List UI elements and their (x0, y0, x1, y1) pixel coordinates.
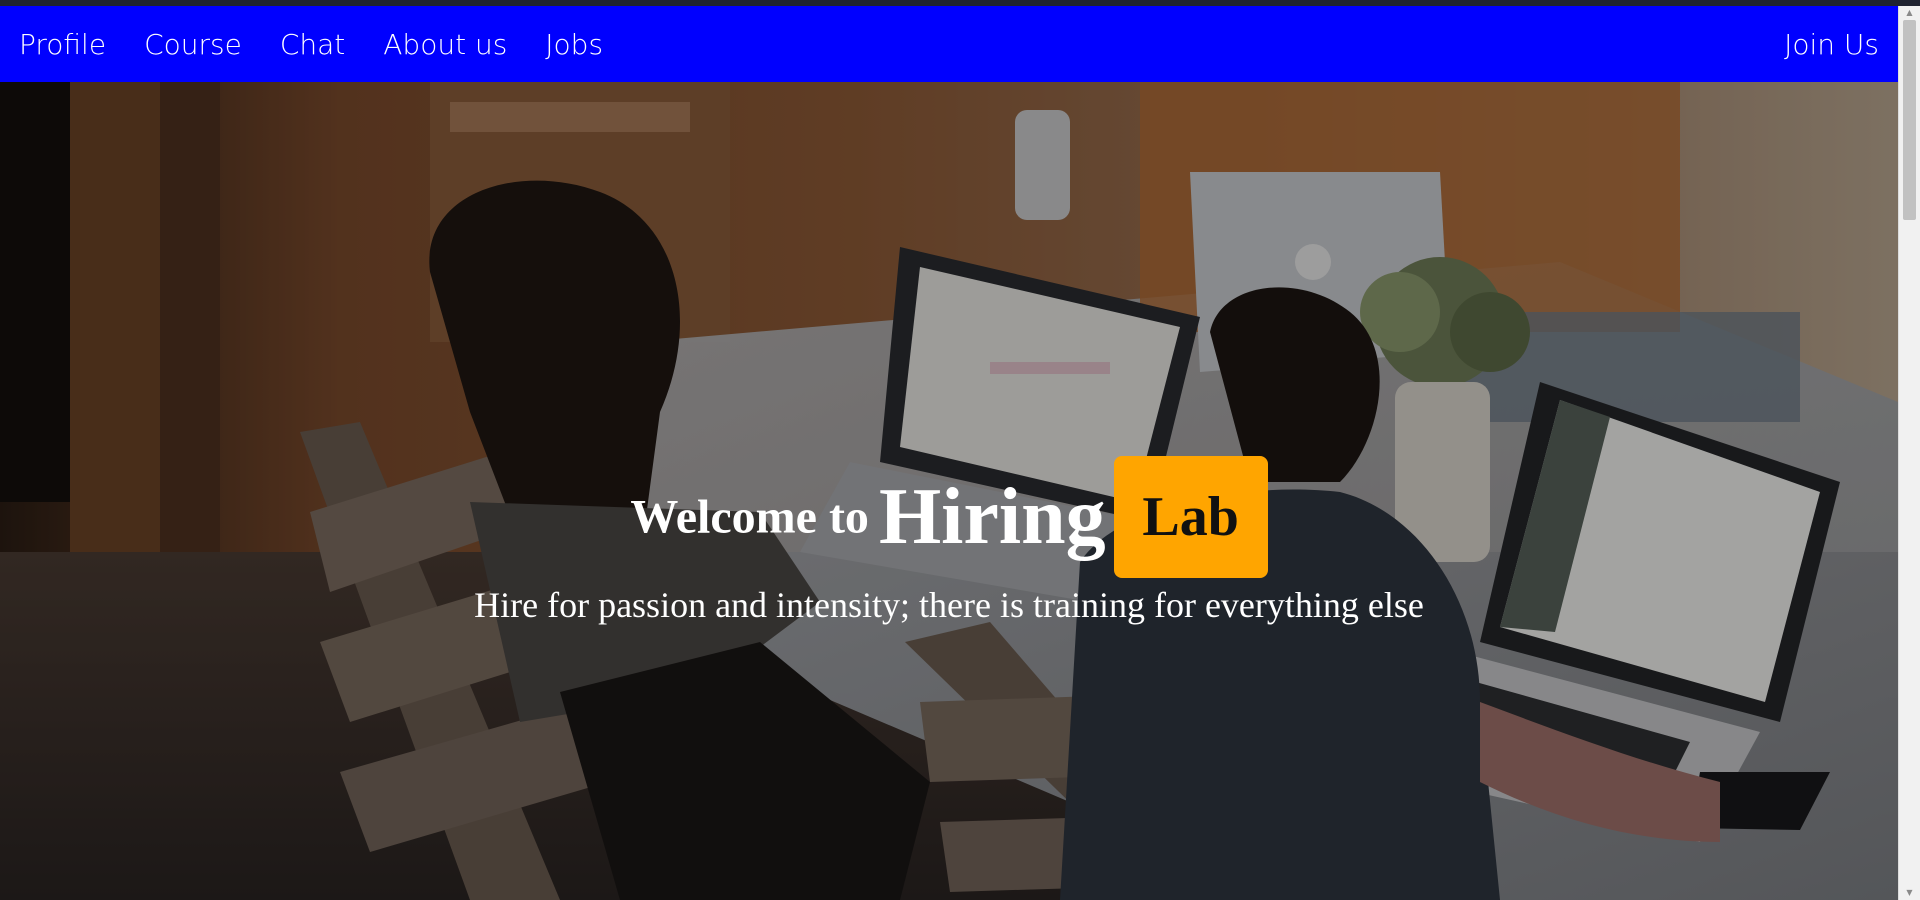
page: Profile Course Chat About us Jobs Join U… (0, 0, 1920, 900)
nav-link-jobs[interactable]: Jobs (545, 28, 603, 61)
nav-link-chat[interactable]: Chat (280, 28, 345, 61)
hero-brand-text: Hiring (878, 472, 1106, 561)
nav-link-profile[interactable]: Profile (19, 28, 106, 61)
scroll-down-arrow-icon[interactable]: ▼ (1899, 886, 1920, 900)
vertical-scrollbar[interactable]: ▲ ▼ (1898, 6, 1920, 900)
hero-headline: Welcome to Hiring Lab (0, 456, 1898, 578)
join-us-link[interactable]: Join Us (1784, 28, 1879, 61)
nav-link-course[interactable]: Course (144, 28, 242, 61)
hero-brand-badge: Lab (1113, 456, 1268, 578)
nav-link-about-us[interactable]: About us (383, 28, 507, 61)
hero-tagline: Hire for passion and intensity; there is… (474, 585, 1424, 625)
scrollbar-thumb[interactable] (1903, 20, 1916, 220)
hero-section: Welcome to Hiring Lab Hire for passion and… (0, 82, 1898, 900)
nav-right: Join Us (1784, 28, 1898, 61)
scroll-up-arrow-icon[interactable]: ▲ (1899, 6, 1920, 20)
hero-welcome-text: Welcome to (630, 490, 869, 544)
nav-links: Profile Course Chat About us Jobs (0, 6, 641, 82)
top-navbar: Profile Course Chat About us Jobs Join U… (0, 6, 1898, 82)
